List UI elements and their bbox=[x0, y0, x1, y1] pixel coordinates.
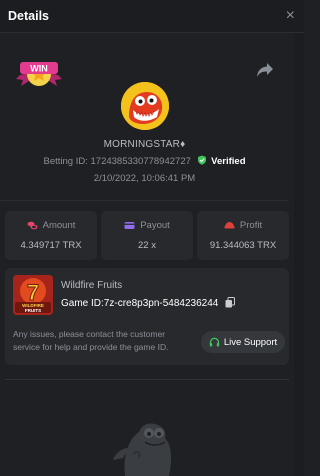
betting-id-row: Betting ID: 1724385330778942727 Verified bbox=[0, 155, 289, 167]
close-icon[interactable]: × bbox=[286, 8, 295, 24]
stat-label: Payout bbox=[140, 220, 170, 231]
dinosaur-avatar-icon bbox=[121, 82, 169, 130]
svg-text:FRUITS: FRUITS bbox=[25, 308, 41, 313]
verified-label: Verified bbox=[211, 156, 246, 167]
bet-date: 2/10/2022, 10:06:41 PM bbox=[93, 173, 196, 184]
crocodile-mascot-icon bbox=[113, 423, 172, 476]
stat-value: 22 x bbox=[138, 240, 156, 251]
divider bbox=[5, 379, 289, 380]
game-id-label: Game ID: bbox=[61, 298, 104, 309]
card-icon bbox=[124, 222, 135, 229]
stat-payout: Payout 22 x bbox=[101, 211, 193, 260]
scrollbar-track[interactable] bbox=[294, 33, 304, 476]
stat-label: Amount bbox=[42, 220, 76, 231]
money-icon bbox=[224, 222, 235, 229]
betting-id-label: Betting ID: bbox=[43, 156, 88, 167]
stat-value: 91.344063 TRX bbox=[209, 240, 277, 251]
avatar bbox=[121, 82, 169, 130]
copy-icon[interactable] bbox=[225, 297, 236, 308]
svg-text:7: 7 bbox=[27, 280, 39, 305]
share-icon[interactable] bbox=[256, 62, 274, 78]
page-title: Details bbox=[8, 9, 49, 23]
game-thumbnail[interactable]: 7 WILDFIRE FRUITS bbox=[13, 275, 53, 315]
game-id: Game ID:7z-cre8p3pn-5484236244 bbox=[61, 297, 236, 309]
wildfire-fruits-thumbnail-icon: 7 WILDFIRE FRUITS bbox=[13, 275, 53, 315]
game-card: 7 WILDFIRE FRUITS Wildfire Fruits Game I… bbox=[5, 268, 289, 365]
coins-icon bbox=[27, 221, 38, 230]
live-support-label: Live Support bbox=[223, 336, 278, 348]
game-id-value: 7z-cre8p3pn-5484236244 bbox=[103, 298, 219, 309]
verified-shield-icon bbox=[197, 155, 206, 165]
details-header: Details × bbox=[0, 0, 304, 33]
stats-row: Amount 4.349717 TRX Payout 22 x Profit 9… bbox=[5, 211, 289, 260]
username: MORNINGSTAR♦ bbox=[103, 139, 186, 150]
betting-id-value: 1724385330778942727 bbox=[90, 156, 191, 167]
stat-label: Profit bbox=[239, 220, 263, 231]
stat-amount: Amount 4.349717 TRX bbox=[5, 211, 97, 260]
stat-value: 4.349717 TRX bbox=[20, 240, 82, 251]
win-badge-text: WIN bbox=[30, 64, 48, 74]
game-name: Wildfire Fruits bbox=[61, 280, 123, 291]
support-notice: Any issues, please contact the customer … bbox=[13, 329, 169, 352]
win-badge-icon: WIN bbox=[16, 62, 62, 86]
stat-profit: Profit 91.344063 TRX bbox=[197, 211, 289, 260]
headset-icon bbox=[209, 337, 220, 346]
live-support-button[interactable]: Live Support bbox=[201, 331, 285, 353]
divider bbox=[0, 200, 289, 201]
